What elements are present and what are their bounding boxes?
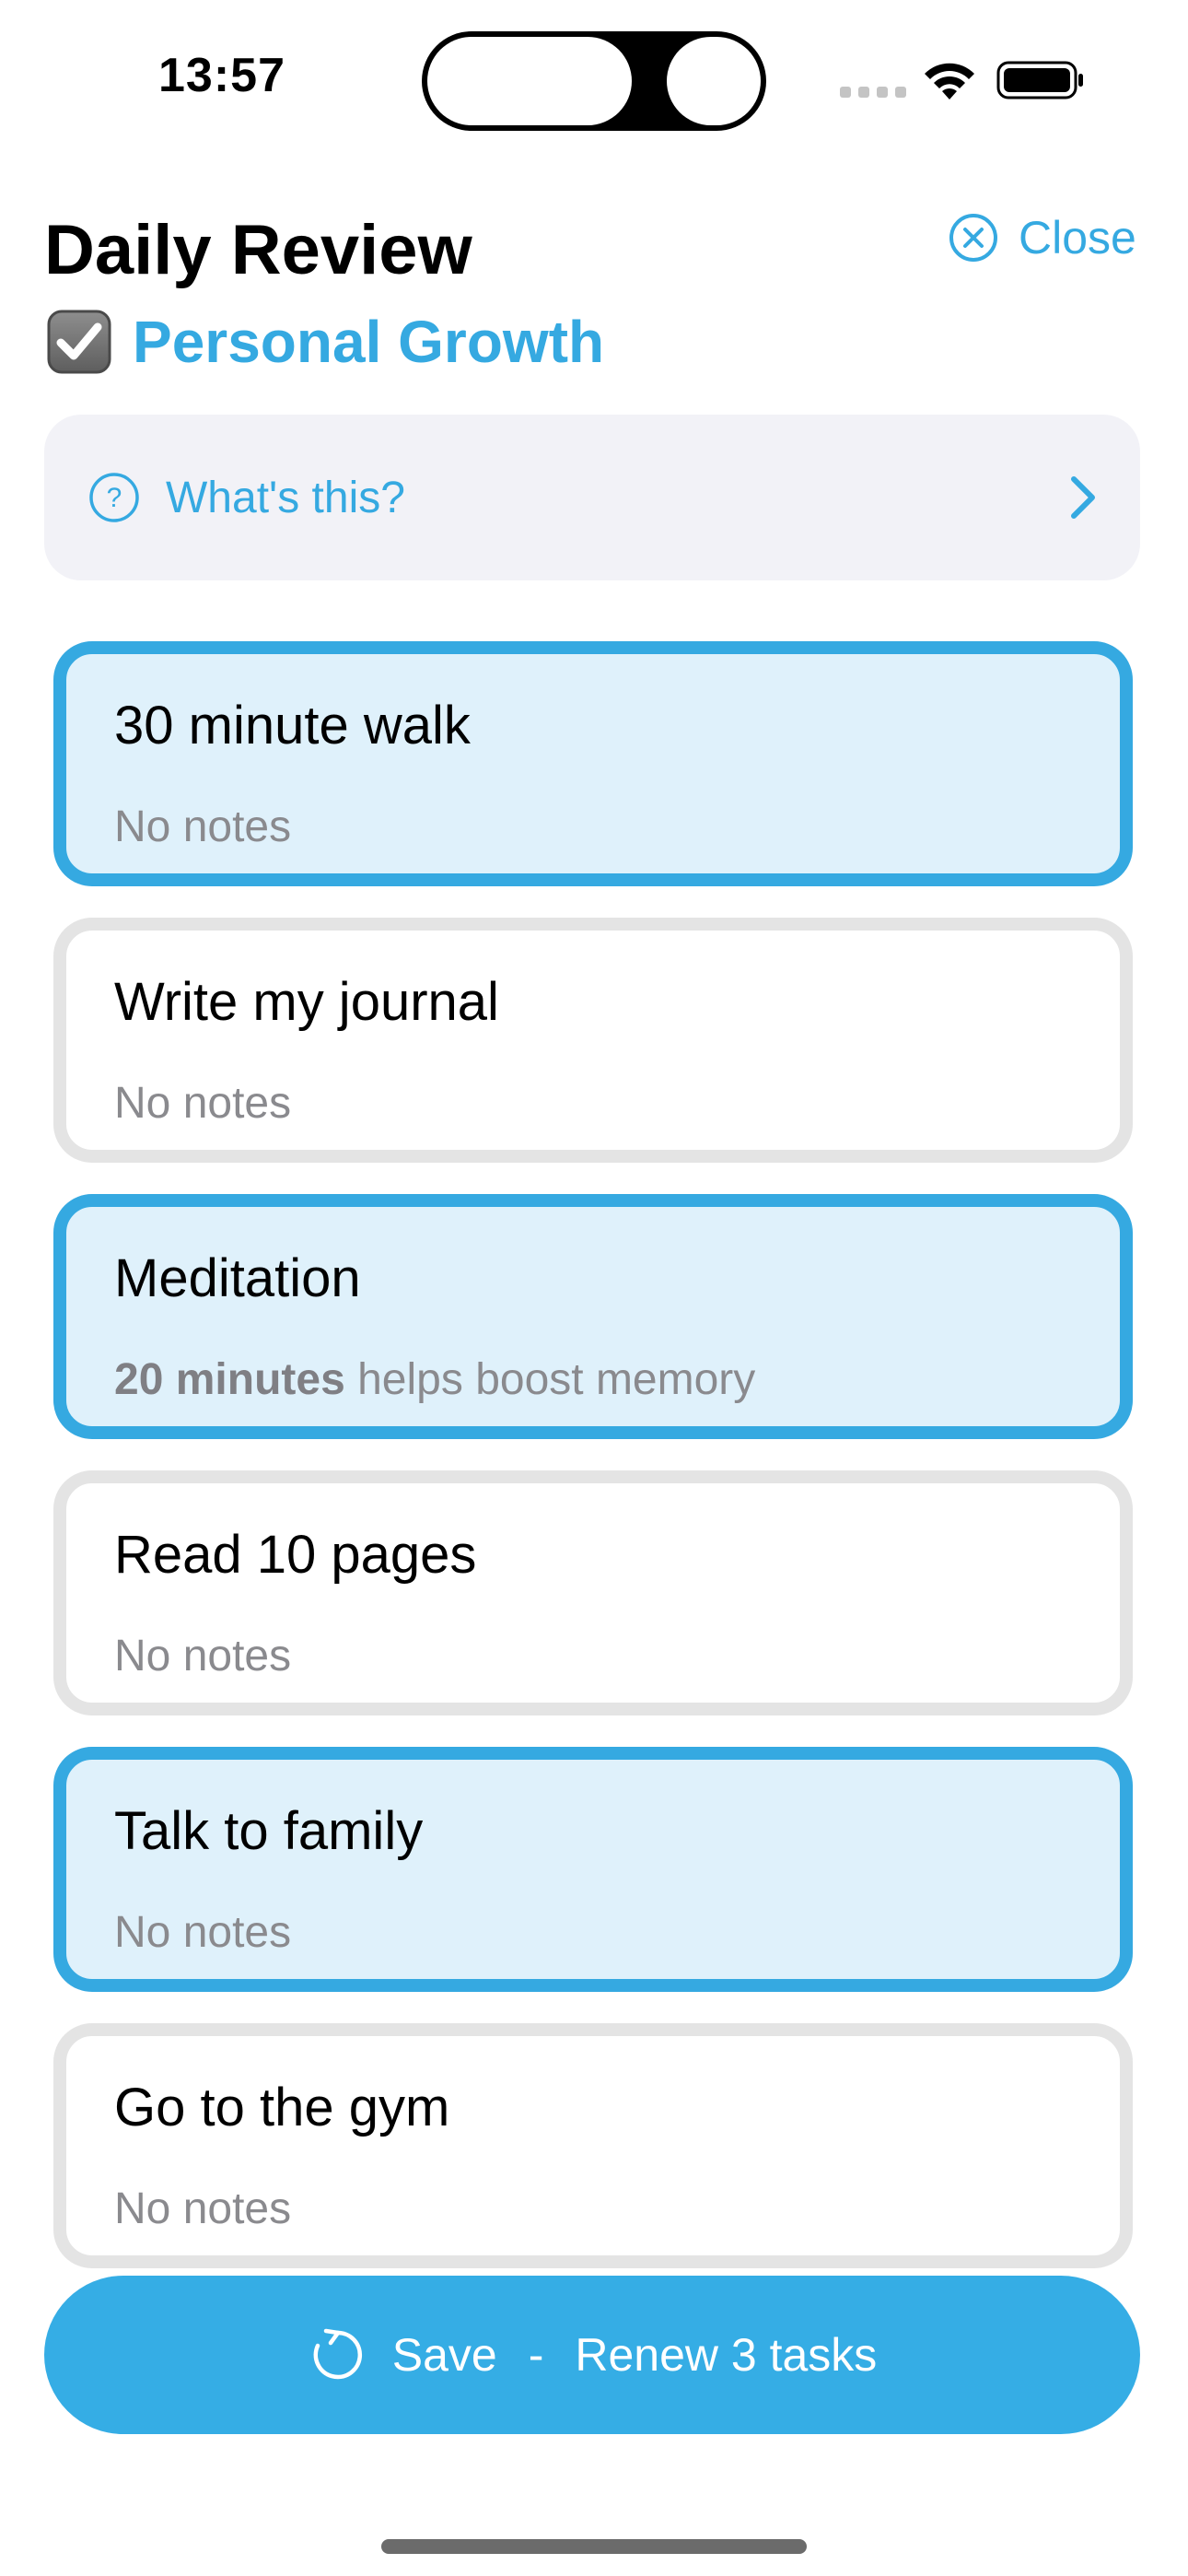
help-icon: ? <box>89 473 139 522</box>
page-title: Daily Review <box>44 211 472 289</box>
wifi-icon <box>925 63 974 100</box>
save-label: Save <box>391 2329 497 2381</box>
task-note: No notes <box>114 2184 292 2233</box>
category-row: Personal Growth <box>46 308 604 376</box>
svg-text:?: ? <box>107 483 122 513</box>
task-title: Meditation <box>114 1248 361 1308</box>
task-title: 30 minute walk <box>114 696 471 755</box>
task-title: Write my journal <box>114 972 499 1032</box>
checkbox-icon <box>47 310 111 374</box>
whats-this-label: What's this? <box>166 473 405 522</box>
task-card-read-10-pages[interactable]: Read 10 pages No notes <box>53 1470 1133 1715</box>
task-note: No notes <box>114 1632 292 1680</box>
refresh-icon <box>313 2328 362 2380</box>
task-card-write-my-journal[interactable]: Write my journal No notes <box>53 918 1133 1163</box>
dynamic-island <box>422 31 766 131</box>
task-title: Go to the gym <box>114 2078 450 2137</box>
task-card-meditation[interactable]: Meditation 20 minutes helps boost memory <box>53 1194 1133 1439</box>
chevron-right-icon <box>1071 476 1095 519</box>
task-note: 20 minutes helps boost memory <box>114 1354 755 1405</box>
task-card-30-minute-walk[interactable]: 30 minute walk No notes <box>53 641 1133 886</box>
task-note: No notes <box>114 1908 292 1957</box>
task-card-go-to-the-gym[interactable]: Go to the gym No notes <box>53 2023 1133 2268</box>
task-note: No notes <box>114 802 292 851</box>
renew-label: Renew 3 tasks <box>575 2329 878 2381</box>
task-note: No notes <box>114 1079 292 1128</box>
home-indicator <box>381 2539 807 2554</box>
save-separator: - <box>528 2329 544 2381</box>
cellular-signal-icon <box>840 87 906 98</box>
close-button[interactable]: Close <box>949 205 1136 271</box>
close-label: Close <box>1019 212 1136 263</box>
status-time: 13:57 <box>158 49 285 102</box>
category-label: Personal Growth <box>133 309 605 375</box>
save-renew-button[interactable]: Save - Renew 3 tasks <box>44 2276 1140 2434</box>
task-note-bold: 20 minutes <box>114 1355 345 1404</box>
task-card-talk-to-family[interactable]: Talk to family No notes <box>53 1747 1133 1992</box>
task-note-rest: helps boost memory <box>344 1355 756 1404</box>
task-title: Talk to family <box>114 1801 424 1861</box>
battery-icon <box>996 61 1083 100</box>
daily-review-screen: 13:57 Daily Review Close Personal Growth… <box>0 0 1188 2576</box>
whats-this-row[interactable]: ? What's this? <box>44 415 1140 580</box>
close-circle-icon <box>949 214 997 262</box>
task-title: Read 10 pages <box>114 1525 477 1585</box>
